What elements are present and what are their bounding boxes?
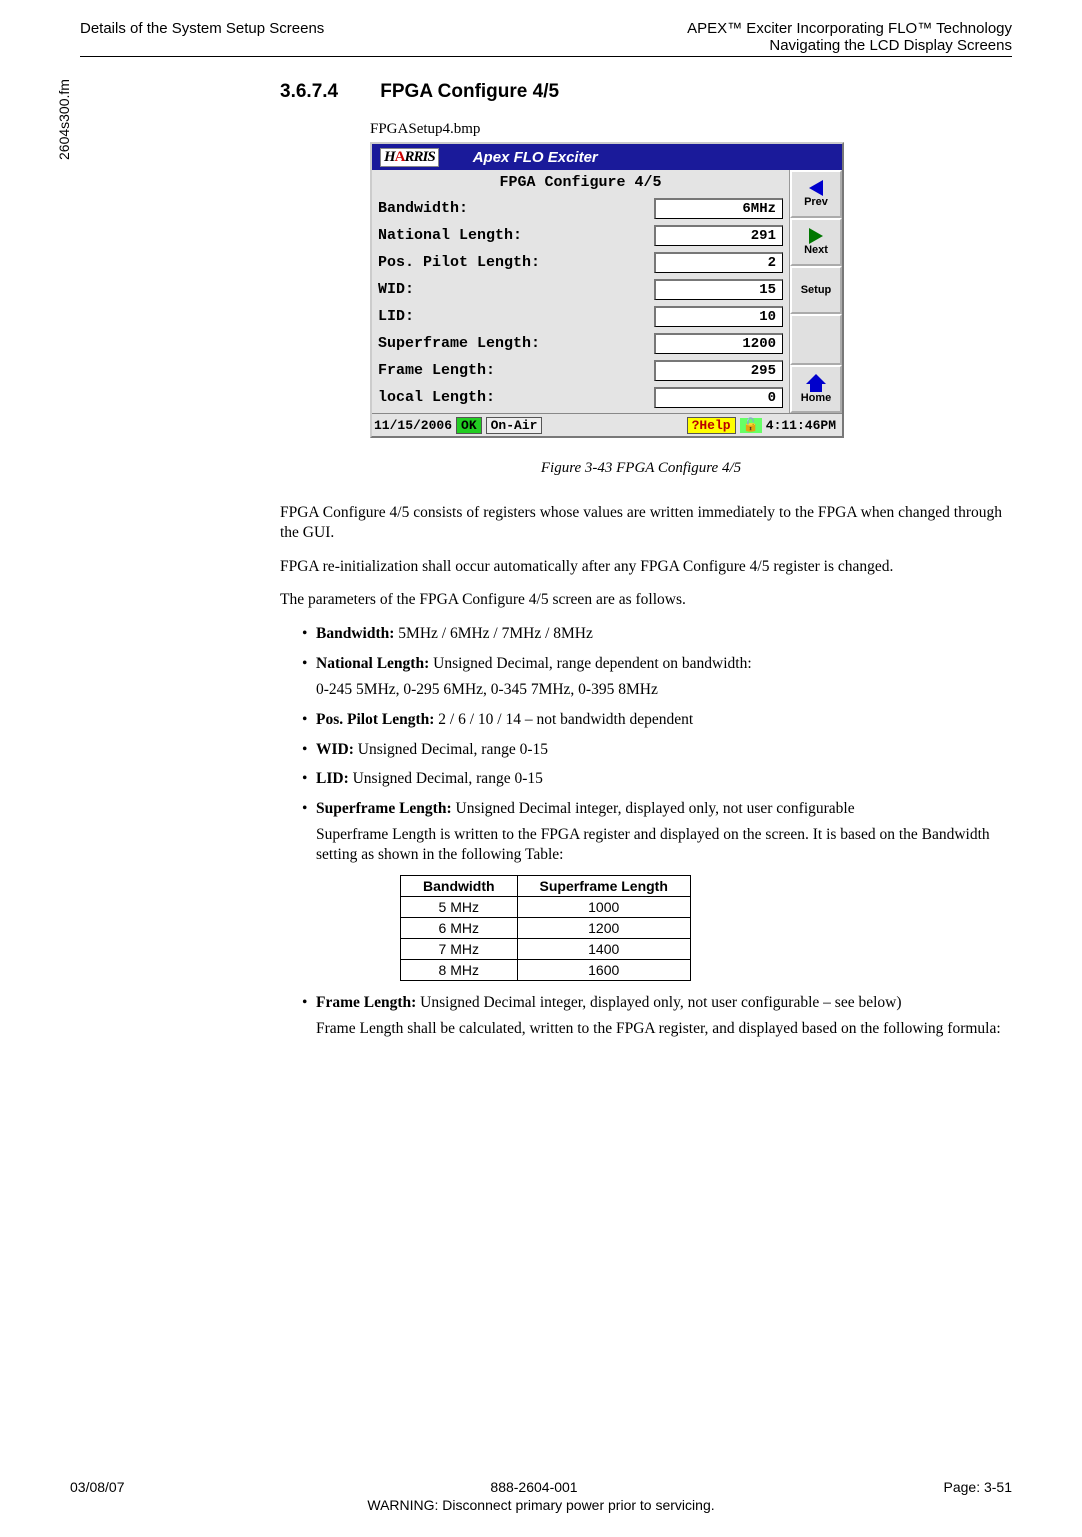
page-footer: 03/08/07 888-2604-001 Page: 3-51 WARNING… <box>70 1479 1012 1513</box>
page-header: Details of the System Setup Screens APEX… <box>80 20 1012 57</box>
status-ok: OK <box>456 417 482 434</box>
list-item-lid: •LID: Unsigned Decimal, range 0-15 <box>302 769 1002 789</box>
lcd-value-wid[interactable]: 15 <box>654 279 783 300</box>
home-button[interactable]: Home <box>790 365 842 413</box>
lcd-label-wid: WID: <box>378 281 654 298</box>
li-nl-t: Unsigned Decimal, range dependent on ban… <box>429 655 751 672</box>
next-label: Next <box>804 244 828 256</box>
li-fl-t: Unsigned Decimal integer, displayed only… <box>416 994 901 1011</box>
cell: 7 MHz <box>401 938 518 959</box>
list-item-frame-length: •Frame Length: Unsigned Decimal integer,… <box>302 993 1002 1039</box>
cell: 6 MHz <box>401 917 518 938</box>
status-onair: On-Air <box>486 417 543 434</box>
li-bw-b: Bandwidth: <box>316 625 394 642</box>
li-sf-b: Superframe Length: <box>316 800 452 817</box>
arrow-left-icon <box>809 180 823 196</box>
li-sf-sub: Superframe Length is written to the FPGA… <box>316 825 1002 865</box>
cell: 1400 <box>517 938 690 959</box>
lcd-label-bandwidth: Bandwidth: <box>378 200 654 217</box>
lcd-value-lid[interactable]: 10 <box>654 306 783 327</box>
footer-date: 03/08/07 <box>70 1479 125 1495</box>
li-lid-b: LID: <box>316 770 349 787</box>
table-row: 7 MHz1400 <box>401 938 691 959</box>
bandwidth-table: BandwidthSuperframe Length 5 MHz1000 6 M… <box>400 875 691 981</box>
lock-icon[interactable]: 🔓 <box>740 418 762 433</box>
list-item-pos-pilot: •Pos. Pilot Length: 2 / 6 / 10 / 14 – no… <box>302 710 1002 730</box>
home-icon-base <box>810 384 822 392</box>
li-pp-b: Pos. Pilot Length: <box>316 711 434 728</box>
li-wid-t: Unsigned Decimal, range 0-15 <box>354 741 548 758</box>
footer-pagenum: Page: 3-51 <box>944 1479 1013 1495</box>
prev-label: Prev <box>804 196 828 208</box>
list-item-wid: •WID: Unsigned Decimal, range 0-15 <box>302 740 1002 760</box>
paragraph-3: The parameters of the FPGA Configure 4/5… <box>280 590 1002 610</box>
li-pp-t: 2 / 6 / 10 / 14 – not bandwidth dependen… <box>434 711 693 728</box>
figure-caption: Figure 3-43 FPGA Configure 4/5 <box>280 460 1002 477</box>
li-fl-sub: Frame Length shall be calculated, writte… <box>316 1019 1002 1039</box>
lcd-label-lid: LID: <box>378 308 654 325</box>
lcd-screen-name: FPGA Configure 4/5 <box>378 174 783 191</box>
li-bw-t: 5MHz / 6MHz / 7MHz / 8MHz <box>394 625 592 642</box>
status-date: 11/15/2006 <box>374 418 452 433</box>
table-row: 5 MHz1000 <box>401 896 691 917</box>
blank-button <box>790 314 842 365</box>
section-title: FPGA Configure 4/5 <box>380 81 559 102</box>
figure-filename: FPGASetup4.bmp <box>370 121 1002 138</box>
arrow-right-icon <box>809 228 823 244</box>
lcd-value-frame: 295 <box>654 360 783 381</box>
lcd-label-national-length: National Length: <box>378 227 654 244</box>
prev-button[interactable]: Prev <box>790 170 842 218</box>
lcd-app-title: Apex FLO Exciter <box>473 149 598 166</box>
table-header-bandwidth: Bandwidth <box>401 875 518 896</box>
next-button[interactable]: Next <box>790 218 842 266</box>
lcd-label-frame: Frame Length: <box>378 362 654 379</box>
section-heading: 3.6.7.4 FPGA Configure 4/5 <box>280 81 1002 103</box>
paragraph-2: FPGA re-initialization shall occur autom… <box>280 557 1002 577</box>
lcd-label-superframe: Superframe Length: <box>378 335 654 352</box>
li-nl-b: National Length: <box>316 655 429 672</box>
cell: 1000 <box>517 896 690 917</box>
list-item-superframe: •Superframe Length: Unsigned Decimal int… <box>302 799 1002 864</box>
lcd-label-pos-pilot: Pos. Pilot Length: <box>378 254 654 271</box>
footer-docnum: 888-2604-001 <box>490 1479 577 1495</box>
li-sf-t: Unsigned Decimal integer, displayed only… <box>452 800 855 817</box>
li-lid-t: Unsigned Decimal, range 0-15 <box>349 770 543 787</box>
li-nl-sub: 0-245 5MHz, 0-295 6MHz, 0-345 7MHz, 0-39… <box>316 680 1002 700</box>
cell: 8 MHz <box>401 959 518 980</box>
list-item-bandwidth: •Bandwidth: 5MHz / 6MHz / 7MHz / 8MHz <box>302 624 1002 644</box>
status-time: 4:11:46PM <box>766 418 836 433</box>
lcd-value-superframe: 1200 <box>654 333 783 354</box>
li-fl-b: Frame Length: <box>316 994 416 1011</box>
lcd-value-local[interactable]: 0 <box>654 387 783 408</box>
cell: 1600 <box>517 959 690 980</box>
lcd-value-national-length[interactable]: 291 <box>654 225 783 246</box>
li-wid-b: WID: <box>316 741 354 758</box>
list-item-national-length: •National Length: Unsigned Decimal, rang… <box>302 654 1002 700</box>
lcd-value-bandwidth[interactable]: 6MHz <box>654 198 783 219</box>
brand-logo: HARRIS <box>380 148 439 167</box>
footer-warning: WARNING: Disconnect primary power prior … <box>70 1497 1012 1513</box>
lcd-label-local: local Length: <box>378 389 654 406</box>
help-button[interactable]: ?Help <box>687 417 736 434</box>
paragraph-1: FPGA Configure 4/5 consists of registers… <box>280 503 1002 543</box>
table-header-superframe: Superframe Length <box>517 875 690 896</box>
cell: 5 MHz <box>401 896 518 917</box>
setup-label: Setup <box>801 284 832 296</box>
home-label: Home <box>801 392 832 404</box>
lcd-value-pos-pilot[interactable]: 2 <box>654 252 783 273</box>
home-icon <box>806 374 826 384</box>
lcd-screenshot: HARRIS Apex FLO Exciter FPGA Configure 4… <box>370 142 844 438</box>
header-right-line1: APEX™ Exciter Incorporating FLO™ Technol… <box>687 20 1012 37</box>
cell: 1200 <box>517 917 690 938</box>
table-row: 8 MHz1600 <box>401 959 691 980</box>
header-right-line2: Navigating the LCD Display Screens <box>687 37 1012 54</box>
table-row: 6 MHz1200 <box>401 917 691 938</box>
header-left: Details of the System Setup Screens <box>80 20 324 54</box>
source-filename: 2604s300.fm <box>56 79 72 160</box>
setup-button[interactable]: Setup <box>790 266 842 314</box>
section-number: 3.6.7.4 <box>280 81 375 103</box>
